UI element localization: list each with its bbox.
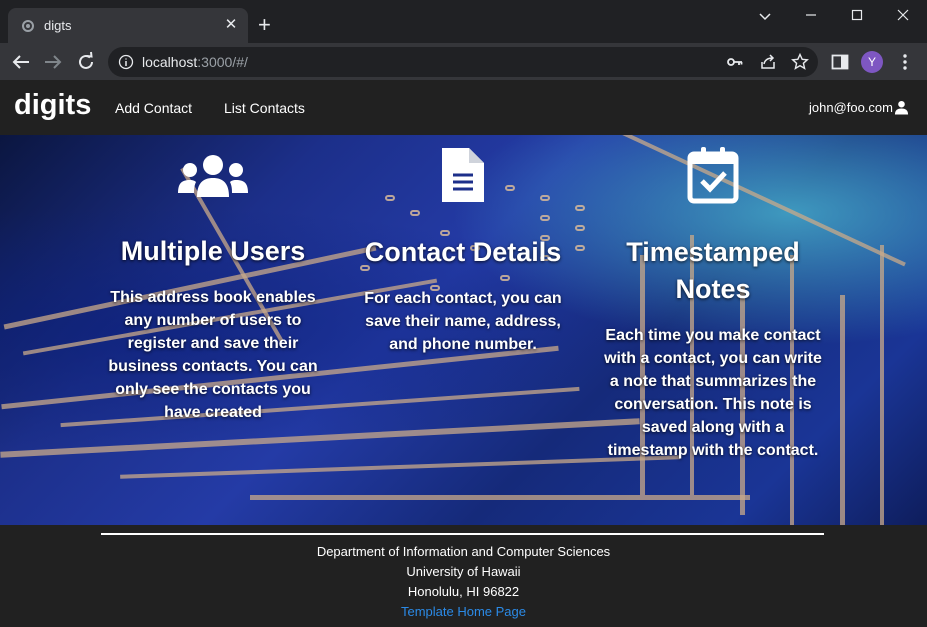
nav-list-contacts[interactable]: List Contacts xyxy=(224,100,305,116)
key-icon[interactable] xyxy=(726,53,744,71)
feature-title: Multiple Users xyxy=(120,236,306,266)
page-footer: Department of Information and Computer S… xyxy=(0,525,927,627)
browser-toolbar: localhost:3000/#/ Y xyxy=(0,43,927,80)
footer-divider xyxy=(101,533,824,535)
more-vertical-icon[interactable] xyxy=(895,52,915,72)
tab-title: digts xyxy=(44,18,72,33)
bookmark-star-icon[interactable] xyxy=(791,53,809,71)
browser-tab[interactable]: digts ✕ xyxy=(8,8,248,43)
info-icon[interactable] xyxy=(118,54,134,70)
feature-contact-details: Contact Details For each contact, you ca… xyxy=(358,135,568,356)
users-icon xyxy=(178,155,248,197)
minimize-icon xyxy=(806,14,816,16)
window-close-button[interactable] xyxy=(880,8,926,28)
brand-logo[interactable]: digits xyxy=(14,89,91,122)
user-email: john@foo.com xyxy=(808,100,893,115)
feature-description: This address book enables any number of … xyxy=(108,289,318,421)
tab-search-button[interactable] xyxy=(742,8,788,28)
side-panel-icon[interactable] xyxy=(830,52,850,72)
browser-tab-strip: digts ✕ + xyxy=(0,0,927,43)
footer-university: University of Hawaii xyxy=(406,564,521,579)
app-navbar: digits Add Contact List Contacts john@fo… xyxy=(0,80,927,135)
template-home-link[interactable]: Template Home Page xyxy=(401,604,526,619)
url-host: localhost xyxy=(142,54,198,70)
back-arrow-icon[interactable] xyxy=(9,50,33,74)
share-icon[interactable] xyxy=(759,53,777,71)
feature-multiple-users: Multiple Users This address book enables… xyxy=(106,135,320,424)
url-text[interactable]: localhost:3000/#/ xyxy=(142,54,248,70)
hero-section: Multiple Users This address book enables… xyxy=(0,135,927,525)
tab-close-button[interactable]: ✕ xyxy=(222,16,240,34)
app-favicon-icon xyxy=(22,20,34,32)
feature-description: For each contact, you can save their nam… xyxy=(364,290,562,353)
maximize-icon xyxy=(851,9,863,21)
url-path: :3000/#/ xyxy=(197,54,248,70)
calendar-check-icon xyxy=(687,147,739,204)
feature-timestamped-notes: Timestamped Notes Each time you make con… xyxy=(602,135,824,462)
minimize-button[interactable] xyxy=(788,8,834,28)
file-lines-icon xyxy=(442,148,484,202)
feature-title: Contact Details xyxy=(364,237,562,267)
forward-arrow-icon[interactable] xyxy=(41,50,65,74)
address-bar[interactable]: localhost:3000/#/ xyxy=(108,47,818,77)
nav-add-contact[interactable]: Add Contact xyxy=(115,100,192,116)
close-icon xyxy=(897,9,909,21)
footer-department: Department of Information and Computer S… xyxy=(316,544,611,559)
profile-avatar[interactable]: Y xyxy=(861,51,883,73)
maximize-button[interactable] xyxy=(834,8,880,28)
chevron-down-icon xyxy=(759,13,771,21)
footer-address: Honolulu, HI 96822 xyxy=(407,584,520,599)
user-icon xyxy=(894,100,909,115)
new-tab-button[interactable]: + xyxy=(258,14,271,36)
user-dropdown[interactable]: john@foo.com xyxy=(809,100,909,115)
reload-icon[interactable] xyxy=(74,50,98,74)
feature-title: Timestamped Notes xyxy=(626,237,800,304)
feature-description: Each time you make contact with a contac… xyxy=(604,327,822,459)
